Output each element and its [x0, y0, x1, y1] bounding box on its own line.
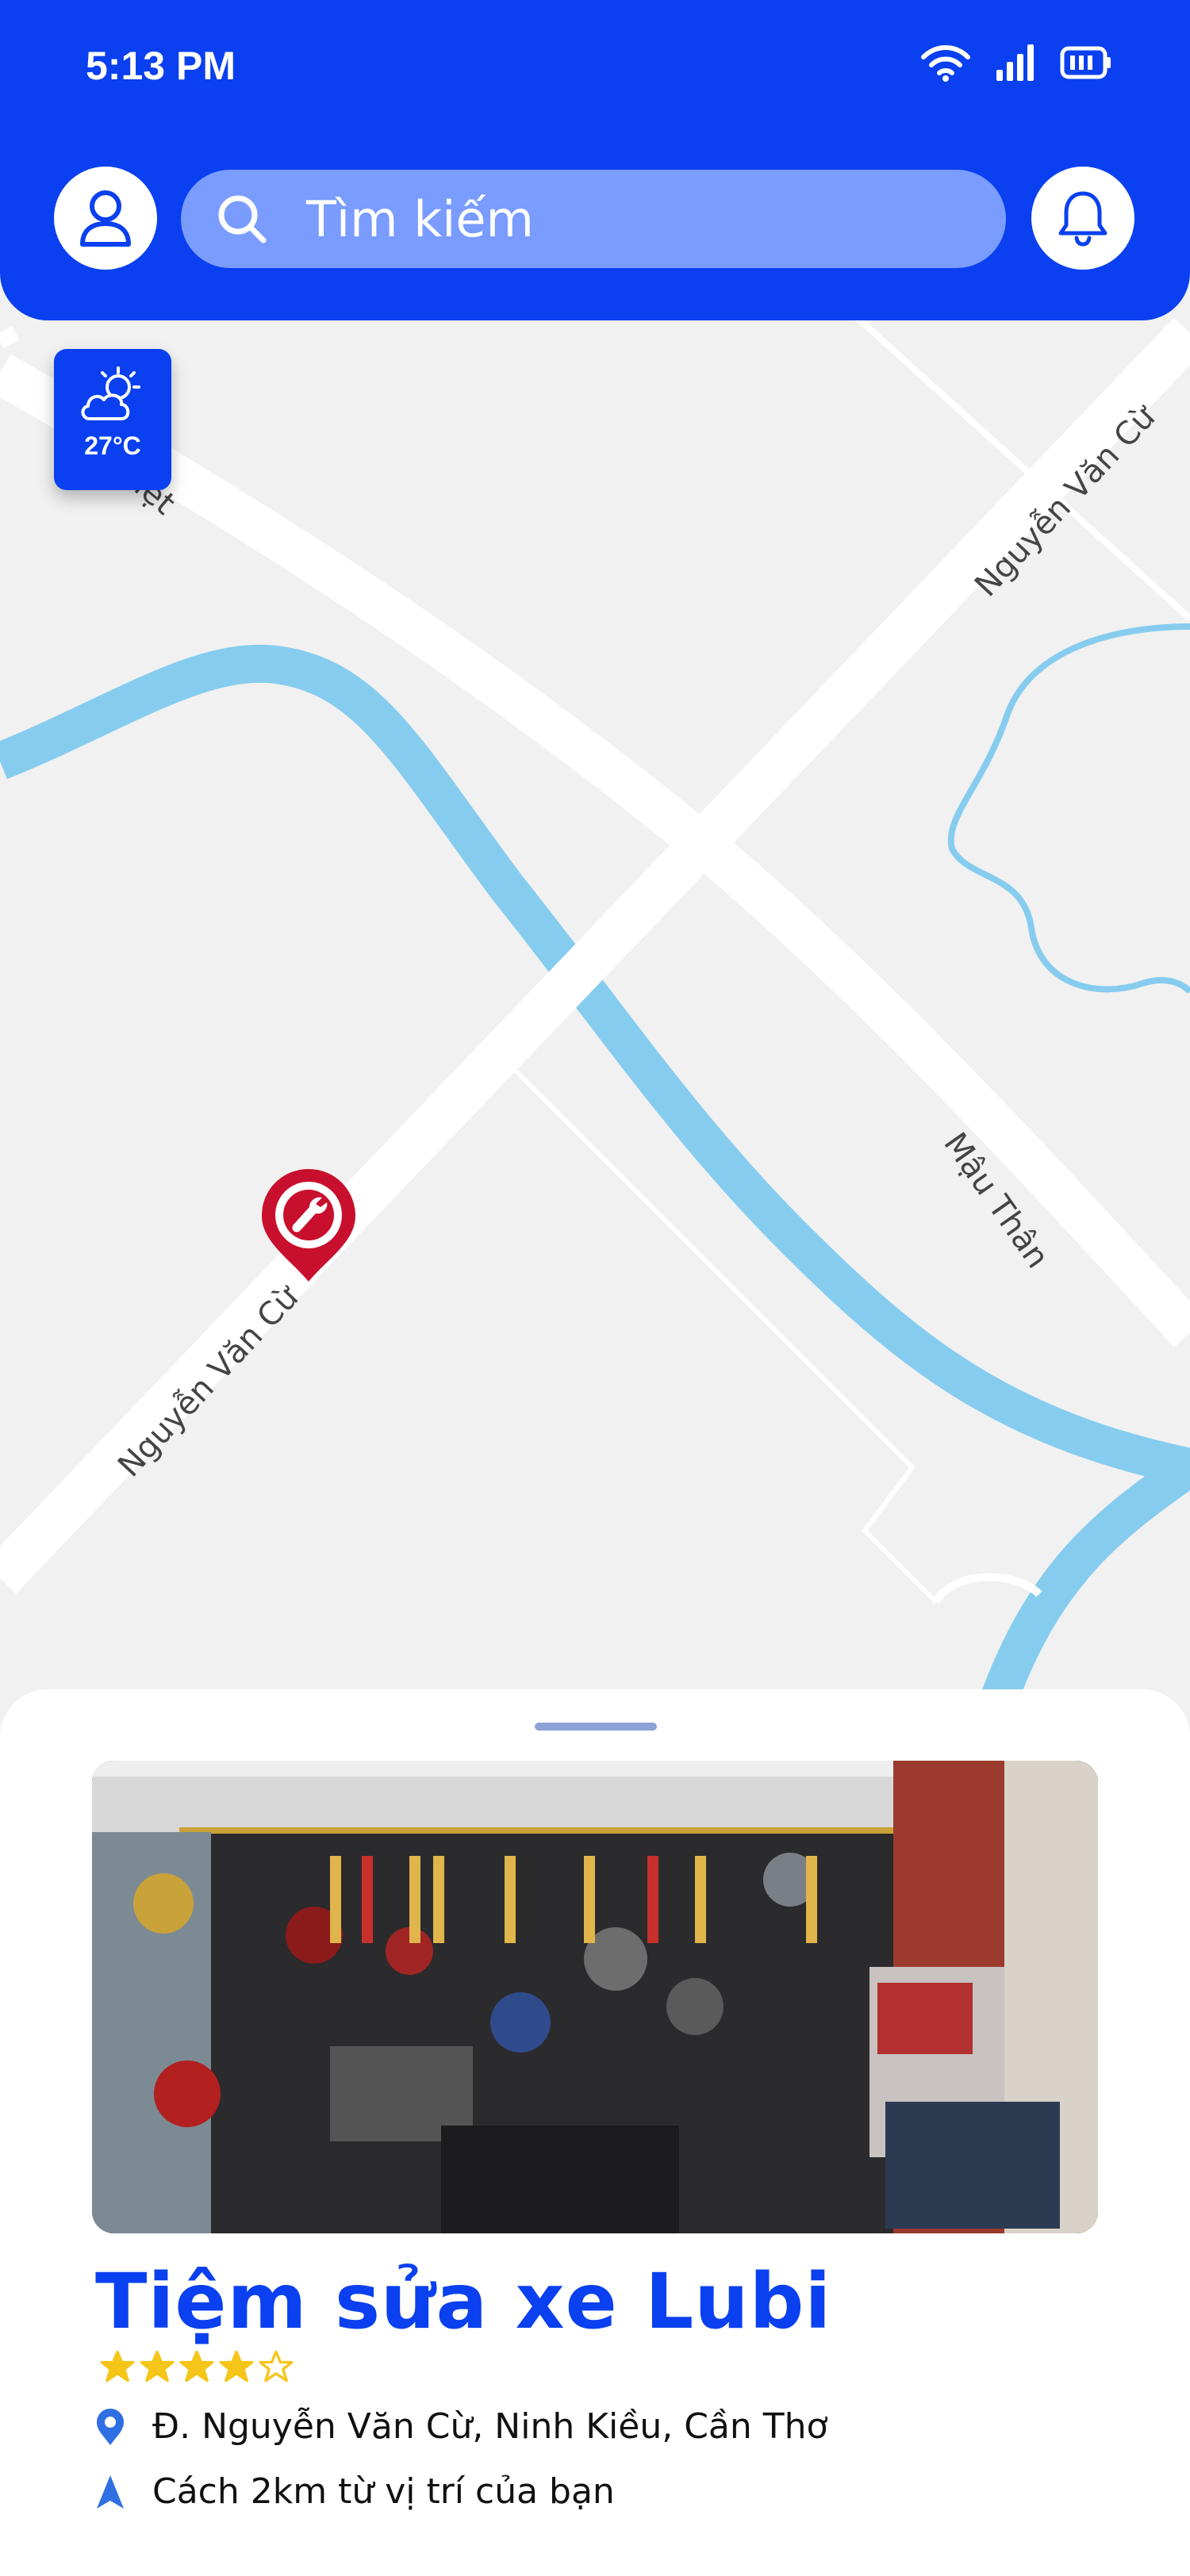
search-icon	[218, 195, 267, 243]
status-time: 5:13 PM	[86, 44, 236, 88]
place-bottom-sheet[interactable]: Tiệm sửa xe Lubi Đ. Nguyễn Văn Cừ, Ninh …	[0, 1689, 1190, 2576]
address-row: Đ. Nguyễn Văn Cừ, Ninh Kiều, Cần Thơ	[95, 2406, 827, 2447]
bell-icon	[1058, 191, 1107, 247]
user-icon	[80, 190, 131, 247]
distance-row: Cách 2km từ vị trí của bạn	[95, 2471, 615, 2512]
rating-stars	[100, 2349, 294, 2384]
shop-photo[interactable]	[92, 1761, 1098, 2233]
weather-widget[interactable]: 27°C	[54, 349, 171, 490]
place-name: Tiệm sửa xe Lubi	[95, 2257, 832, 2346]
place-address: Đ. Nguyễn Văn Cừ, Ninh Kiều, Cần Thơ	[152, 2406, 828, 2447]
signal-icon	[996, 44, 1034, 81]
battery-icon	[1060, 46, 1111, 79]
notification-button[interactable]	[1031, 167, 1134, 270]
star-filled-icon	[100, 2350, 135, 2382]
star-empty-icon	[259, 2350, 294, 2382]
app-header: 5:13 PM Tìm kiếm	[0, 0, 1190, 320]
wifi-icon	[921, 45, 970, 82]
search-placeholder: Tìm kiếm	[306, 190, 534, 248]
navigation-arrow-icon	[97, 2474, 124, 2509]
drag-handle[interactable]	[535, 1723, 657, 1731]
status-icons	[920, 43, 1112, 82]
profile-button[interactable]	[54, 167, 157, 270]
star-filled-icon	[219, 2350, 254, 2382]
place-distance: Cách 2km từ vị trí của bạn	[152, 2471, 615, 2512]
weather-temperature: 27°C	[84, 431, 141, 460]
search-input[interactable]: Tìm kiếm	[181, 170, 1006, 268]
star-filled-icon	[179, 2350, 214, 2382]
location-pin-icon	[97, 2408, 124, 2445]
repair-shop-marker[interactable]	[259, 1166, 359, 1289]
wrench-icon	[283, 1190, 334, 1240]
star-filled-icon	[140, 2350, 175, 2382]
partly-cloudy-icon	[81, 366, 140, 420]
